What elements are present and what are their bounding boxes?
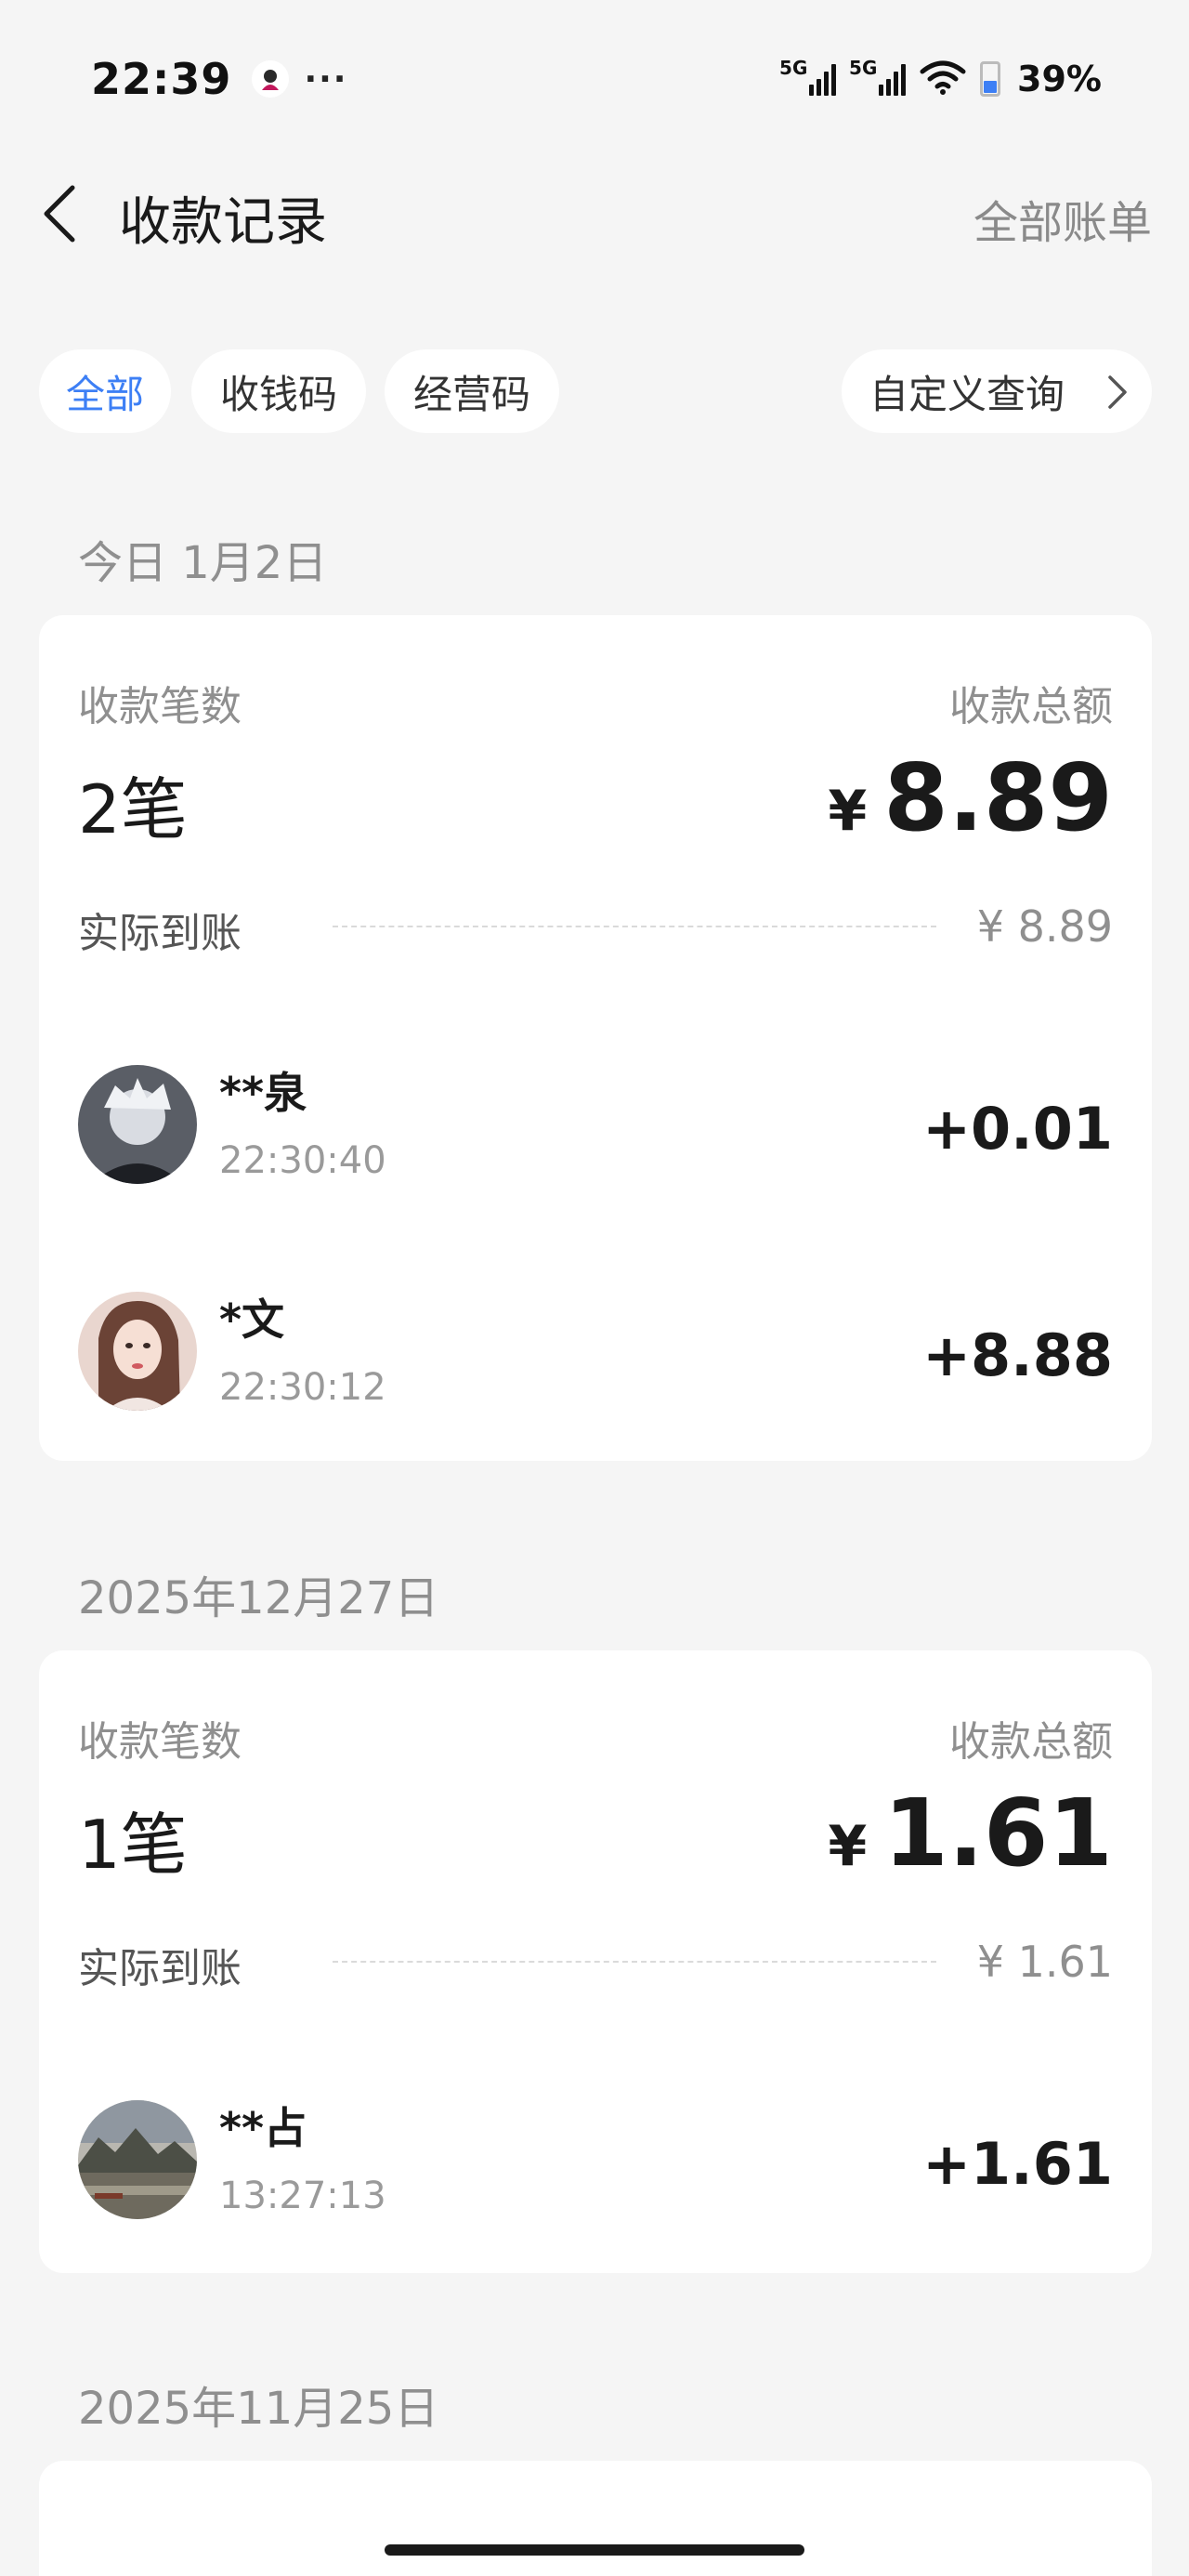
all-bills-link[interactable]: 全部账单 [973, 186, 1152, 251]
transaction-time: 22:30:40 [219, 1139, 386, 1182]
divider [333, 926, 936, 927]
custom-query-button[interactable]: 自定义查询 [842, 349, 1152, 433]
total-amount: ¥ 1.61 [829, 1779, 1113, 1887]
chevron-right-icon [1108, 375, 1127, 409]
received-label: 实际到账 [78, 910, 242, 957]
signal-icon: 5G [779, 57, 837, 96]
filter-tab-collection-code[interactable]: 收钱码 [191, 349, 366, 433]
avatar [78, 1065, 197, 1184]
summary-card: 收款笔数 收款总额 1笔 ¥ 1.61 实际到账 ¥ 1.61 **占 13:2… [39, 1650, 1152, 2273]
chevron-left-icon [44, 185, 75, 243]
network-type-label: 5G [779, 57, 808, 79]
currency-symbol: ¥ [828, 1814, 868, 1879]
total-label: 收款总额 [949, 683, 1113, 730]
payer-name: *文 [219, 1295, 285, 1345]
received-value: ¥ 1.61 [976, 1937, 1113, 1987]
currency-symbol: ¥ [828, 779, 868, 844]
custom-query-label: 自定义查询 [869, 371, 1065, 417]
transaction-time: 22:30:12 [219, 1366, 386, 1409]
transaction-row[interactable]: **占 13:27:13 +1.61 [39, 2095, 1152, 2225]
section-date: 2025年11月25日 [78, 2383, 439, 2435]
payment-count: 1笔 [78, 1806, 188, 1884]
total-label: 收款总额 [949, 1718, 1113, 1766]
transaction-amount: +1.61 [922, 2130, 1113, 2198]
back-button[interactable] [33, 178, 85, 249]
divider [333, 1961, 936, 1963]
total-value: 8.89 [883, 743, 1113, 852]
received-label: 实际到账 [78, 1945, 242, 1992]
header: 收款记录 全部账单 [0, 158, 1189, 269]
filter-tab-all[interactable]: 全部 [39, 349, 171, 433]
battery-percent: 39% [1017, 59, 1102, 99]
avatar [78, 2100, 197, 2219]
transaction-time: 13:27:13 [219, 2175, 386, 2217]
payer-name: **占 [219, 2103, 307, 2153]
received-value: ¥ 8.89 [976, 901, 1113, 952]
battery-icon [980, 61, 1001, 97]
avatar [78, 1292, 197, 1411]
total-value: 1.61 [883, 1779, 1113, 1887]
network-type-label-2: 5G [849, 57, 878, 79]
notification-app-icon [252, 60, 290, 98]
more-notifications-icon: ··· [304, 59, 348, 99]
transaction-amount: +0.01 [922, 1095, 1113, 1163]
signal-icon-2: 5G [849, 57, 907, 96]
status-right: 5G 5G 39% [779, 57, 1102, 99]
payer-name: **泉 [219, 1068, 307, 1118]
filter-tab-business-code[interactable]: 经营码 [385, 349, 559, 433]
summary-card [39, 2461, 1152, 2576]
page-title: 收款记录 [119, 192, 327, 253]
home-indicator[interactable] [385, 2544, 804, 2556]
wifi-icon [919, 59, 967, 99]
payment-count: 2笔 [78, 770, 188, 848]
filter-bar: 全部 收钱码 经营码 自定义查询 [39, 349, 1152, 435]
status-bar: 22:39 ··· 5G 5G 39% [0, 0, 1189, 158]
count-label: 收款笔数 [78, 1718, 242, 1766]
transaction-row[interactable]: **泉 22:30:40 +0.01 [39, 1059, 1152, 1189]
total-amount: ¥ 8.89 [829, 743, 1113, 852]
transaction-amount: +8.88 [922, 1321, 1113, 1389]
section-date: 2025年12月27日 [78, 1572, 439, 1624]
section-date: 今日 1月2日 [78, 537, 328, 589]
status-time: 22:39 [91, 54, 232, 104]
summary-card: 收款笔数 收款总额 2笔 ¥ 8.89 实际到账 ¥ 8.89 **泉 22:3… [39, 615, 1152, 1461]
count-label: 收款笔数 [78, 683, 242, 730]
transaction-row[interactable]: *文 22:30:12 +8.88 [39, 1286, 1152, 1416]
